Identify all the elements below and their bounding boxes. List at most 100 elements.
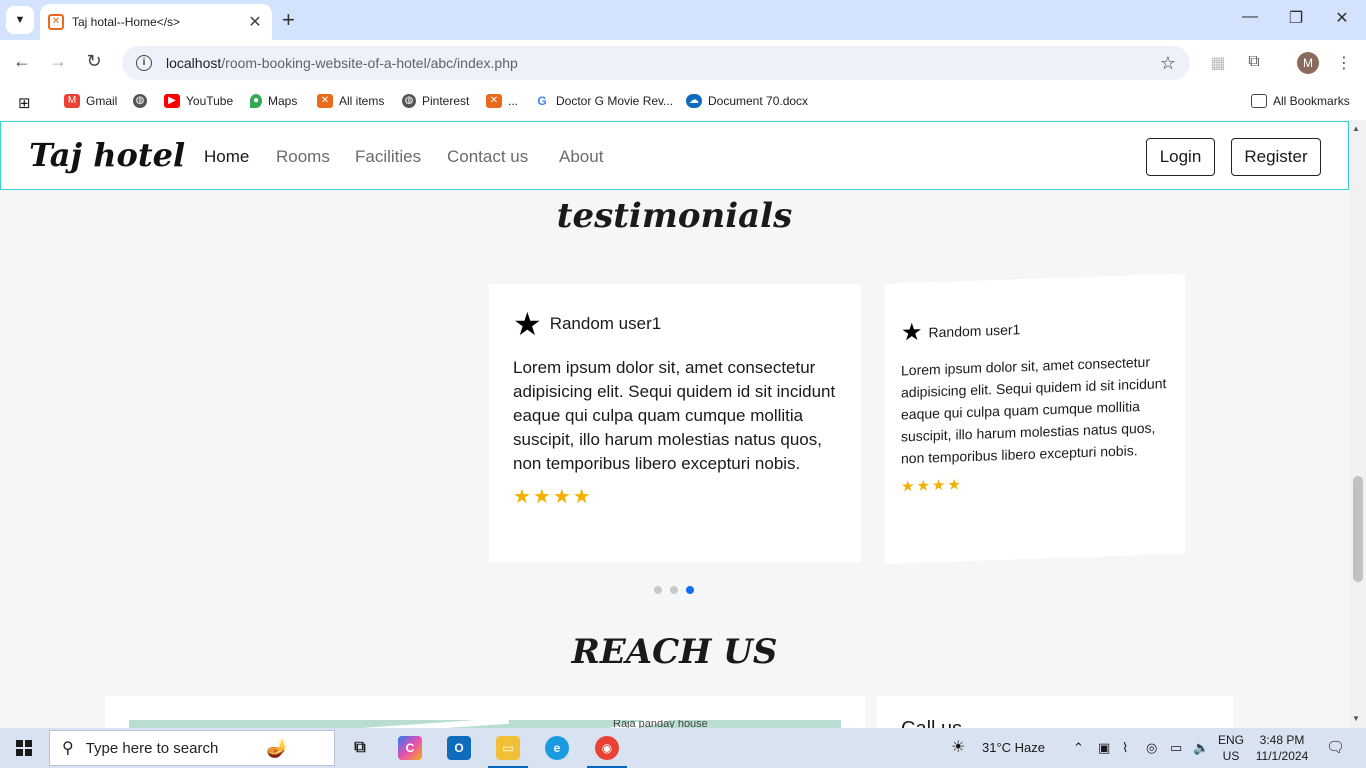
maps-pin-icon: ● bbox=[250, 94, 262, 108]
bookmark-maps[interactable]: ● Maps bbox=[250, 94, 297, 108]
windows-taskbar: ⚲ Type here to search 🪔 ⧉ C O ▭ e ◉ ☀ 31… bbox=[0, 728, 1366, 768]
back-icon[interactable]: ← bbox=[10, 51, 34, 72]
extension-icon[interactable]: ▦ bbox=[1207, 53, 1229, 73]
testimonial-user: Random user1 bbox=[928, 321, 1021, 341]
weather-text[interactable]: 31°C Haze bbox=[982, 740, 1045, 755]
globe-icon: ◍ bbox=[402, 94, 416, 108]
tab-search-button[interactable]: ▼ bbox=[6, 6, 34, 34]
call-us-card: Call us bbox=[877, 696, 1233, 728]
apps-grid-icon[interactable]: ⊞ bbox=[18, 94, 31, 112]
bookmark-doctor-g[interactable]: G Doctor G Movie Rev... bbox=[534, 94, 673, 108]
rating-stars: ★★★★ bbox=[513, 486, 593, 508]
nav-facilities[interactable]: Facilities bbox=[355, 147, 421, 167]
chrome-icon[interactable]: ◉ bbox=[587, 736, 627, 768]
battery-icon[interactable]: ▭ bbox=[1170, 740, 1182, 756]
nav-rooms[interactable]: Rooms bbox=[276, 147, 330, 167]
network-icon[interactable]: ◎ bbox=[1146, 740, 1157, 756]
taskbar-search[interactable]: ⚲ Type here to search 🪔 bbox=[49, 730, 335, 766]
page-viewport: testimonials ★ Random user1 Lorem ipsum … bbox=[0, 120, 1366, 728]
bookmark-all-items[interactable]: ✕ All items bbox=[317, 94, 384, 108]
bookmark-star-icon[interactable]: ☆ bbox=[1160, 53, 1176, 74]
map-card: Raja panday house bbox=[105, 696, 865, 728]
bookmark-globe[interactable]: ◍ bbox=[133, 94, 153, 108]
file-explorer-icon[interactable]: ▭ bbox=[488, 736, 528, 768]
scroll-up-icon[interactable]: ▲ bbox=[1352, 124, 1360, 133]
window-close-icon[interactable]: ✕ bbox=[1332, 8, 1352, 28]
embedded-map[interactable]: Raja panday house bbox=[129, 720, 841, 728]
browser-tab[interactable]: ✕ Taj hotal--Home</s> ✕ bbox=[40, 4, 272, 40]
weather-icon[interactable]: ☀ bbox=[951, 737, 965, 757]
globe-icon: ◍ bbox=[133, 94, 147, 108]
star-icon: ★ bbox=[513, 306, 542, 342]
nav-about[interactable]: About bbox=[559, 147, 603, 167]
testimonial-text: Lorem ipsum dolor sit, amet consectetur … bbox=[901, 353, 1167, 467]
page-scrollbar[interactable]: ▲ ▼ bbox=[1349, 120, 1366, 728]
bookmark-youtube[interactable]: ▶ YouTube bbox=[164, 94, 233, 108]
volume-icon[interactable]: 🔈 bbox=[1193, 740, 1209, 756]
site-brand[interactable]: Taj hotel bbox=[29, 136, 185, 174]
outlook-icon[interactable]: O bbox=[447, 736, 471, 760]
url-text[interactable]: localhost/room-booking-website-of-a-hote… bbox=[166, 55, 1160, 71]
meet-icon[interactable]: ▣ bbox=[1098, 740, 1110, 756]
copilot-icon[interactable]: C bbox=[398, 736, 422, 760]
minimize-icon[interactable]: — bbox=[1240, 8, 1260, 26]
onedrive-cloud-icon: ☁ bbox=[686, 94, 702, 108]
google-icon: G bbox=[534, 94, 550, 108]
nav-contact-us[interactable]: Contact us bbox=[447, 147, 528, 167]
reach-us-title: REACH US bbox=[571, 632, 778, 672]
site-navbar: Taj hotel Home Rooms Facilities Contact … bbox=[0, 121, 1349, 190]
site-info-icon[interactable]: i bbox=[136, 55, 152, 71]
xampp-icon: ✕ bbox=[486, 94, 502, 108]
carousel-dot[interactable] bbox=[654, 586, 662, 594]
bookmarks-bar: ⊞ M Gmail ◍ ▶ YouTube ● Maps ✕ All items ◍ Pi… bbox=[0, 86, 1366, 120]
carousel-dot[interactable] bbox=[670, 586, 678, 594]
edge-icon[interactable]: e bbox=[545, 736, 569, 760]
testimonial-user: Random user1 bbox=[549, 314, 662, 333]
scroll-down-icon[interactable]: ▼ bbox=[1352, 714, 1360, 723]
xampp-favicon-icon: ✕ bbox=[48, 14, 64, 30]
rating-stars: ★★★★ bbox=[901, 476, 963, 496]
login-button[interactable]: Login bbox=[1146, 138, 1215, 176]
tab-close-icon[interactable]: ✕ bbox=[246, 12, 264, 32]
browser-toolbar: ← → ↻ i localhost/room-booking-website-o… bbox=[0, 40, 1366, 86]
bookmark-gmail[interactable]: M Gmail bbox=[64, 94, 117, 108]
extensions-puzzle-icon[interactable]: ⧉ bbox=[1243, 53, 1265, 71]
bookmark-pinterest[interactable]: ◍ Pinterest bbox=[402, 94, 469, 108]
nav-home[interactable]: Home bbox=[204, 147, 249, 167]
wifi-icon[interactable]: ⌇ bbox=[1122, 740, 1128, 756]
browser-tab-bar: ▼ ✕ Taj hotal--Home</s> ✕ + — ❐ ✕ bbox=[0, 0, 1366, 40]
testimonial-card: ★ Random user1 Lorem ipsum dolor sit, am… bbox=[489, 284, 861, 562]
taskbar-search-text: Type here to search bbox=[85, 739, 219, 757]
notification-center-icon[interactable]: 🗨 bbox=[1326, 738, 1345, 756]
map-place-label: Raja panday house bbox=[613, 720, 708, 728]
bookmark-document[interactable]: ☁ Document 70.docx bbox=[686, 94, 808, 108]
xampp-icon: ✕ bbox=[317, 94, 333, 108]
show-hidden-icons[interactable]: ⌃ bbox=[1073, 740, 1084, 756]
task-view-icon[interactable]: ⧉ bbox=[348, 736, 372, 760]
tab-title: Taj hotal--Home</s> bbox=[72, 15, 181, 29]
call-us-title: Call us bbox=[901, 718, 962, 728]
windows-start-icon[interactable] bbox=[16, 740, 32, 756]
address-bar[interactable]: i localhost/room-booking-website-of-a-ho… bbox=[122, 46, 1190, 80]
language-indicator[interactable]: ENG US bbox=[1218, 732, 1244, 764]
testimonial-card: ★ Random user1 Lorem ipsum dolor sit, am… bbox=[885, 273, 1185, 564]
carousel-pagination bbox=[654, 586, 694, 594]
menu-dots-icon[interactable]: ⋮ bbox=[1333, 53, 1355, 73]
register-button[interactable]: Register bbox=[1231, 138, 1321, 176]
star-icon: ★ bbox=[901, 318, 923, 347]
bookmark-xampp[interactable]: ✕... bbox=[486, 94, 518, 108]
reload-icon[interactable]: ↻ bbox=[82, 51, 106, 72]
search-icon: ⚲ bbox=[62, 740, 74, 757]
youtube-icon: ▶ bbox=[164, 94, 180, 108]
folder-icon bbox=[1251, 94, 1267, 108]
clock[interactable]: 3:48 PM 11/1/2024 bbox=[1254, 732, 1310, 764]
testimonials-title: testimonials bbox=[556, 196, 793, 236]
new-tab-icon[interactable]: + bbox=[282, 8, 295, 32]
scrollbar-thumb[interactable] bbox=[1353, 476, 1363, 582]
restore-icon[interactable]: ❐ bbox=[1286, 8, 1306, 28]
gmail-icon: M bbox=[64, 94, 80, 108]
carousel-dot-active[interactable] bbox=[686, 586, 694, 594]
forward-icon[interactable]: → bbox=[46, 51, 70, 72]
profile-avatar[interactable]: M bbox=[1297, 52, 1319, 74]
all-bookmarks[interactable]: All Bookmarks bbox=[1251, 94, 1350, 108]
